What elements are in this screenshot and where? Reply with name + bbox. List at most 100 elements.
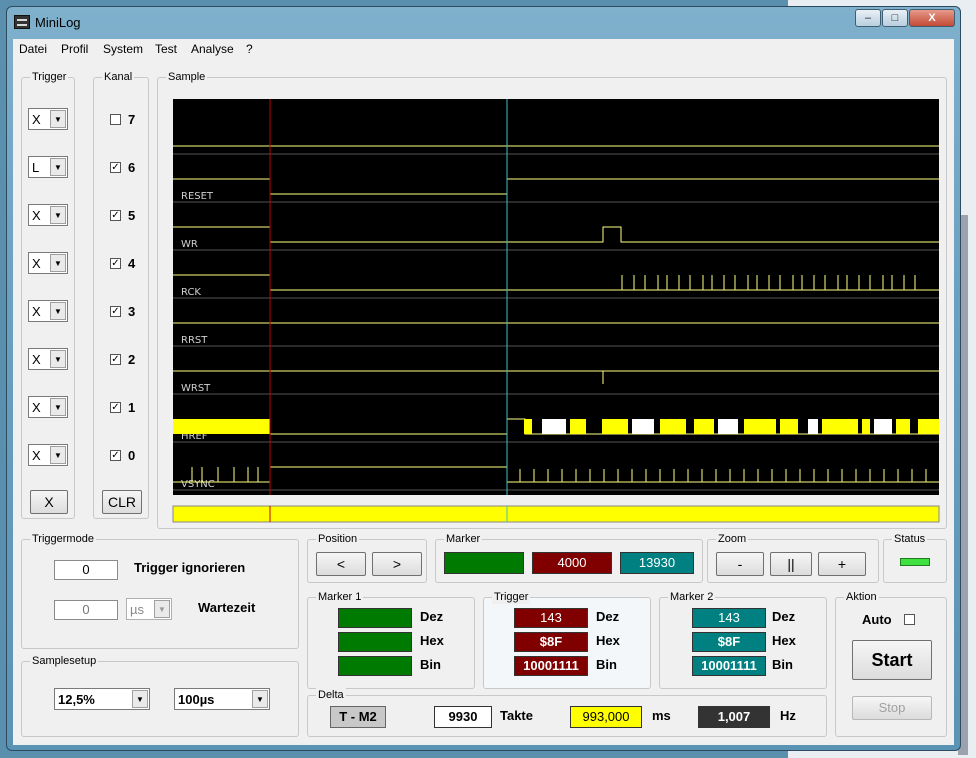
trigger-select-0[interactable]: X ▼ bbox=[28, 444, 68, 466]
minimize-button[interactable]: – bbox=[855, 9, 881, 27]
marker1-legend: Marker 1 bbox=[316, 590, 364, 604]
trace-href-block bbox=[822, 419, 858, 434]
trigger-value-group: Trigger 143 Dez $8F Hex 10001111 Bin bbox=[483, 590, 651, 689]
position-legend: Position bbox=[316, 532, 360, 546]
trigger-select-4[interactable]: X ▼ bbox=[28, 252, 68, 274]
trace-href-block bbox=[570, 419, 586, 434]
menu-profil[interactable]: Profil bbox=[61, 42, 88, 56]
menu-help[interactable]: ? bbox=[246, 42, 253, 56]
signal-label-rrst: RRST bbox=[181, 335, 208, 346]
trigger-select-6[interactable]: L ▼ bbox=[28, 156, 68, 178]
chevron-down-icon: ▼ bbox=[50, 158, 66, 176]
trace-href-block bbox=[602, 419, 628, 434]
sample-time-select[interactable]: 100µs ▼ bbox=[174, 688, 270, 710]
trigger-select-3[interactable]: X ▼ bbox=[28, 300, 68, 322]
delta-legend: Delta bbox=[316, 688, 346, 702]
channel-checkbox-6[interactable]: ✓ bbox=[110, 162, 121, 173]
stop-button[interactable]: Stop bbox=[852, 696, 932, 720]
chevron-down-icon: ▼ bbox=[50, 350, 66, 368]
channel-checkbox-5[interactable]: ✓ bbox=[110, 210, 121, 221]
aktion-legend: Aktion bbox=[844, 590, 879, 604]
trace-href-block bbox=[718, 419, 738, 434]
marker1-dez-value bbox=[338, 608, 412, 628]
zoom-legend: Zoom bbox=[716, 532, 749, 546]
marker1-hex-label: Hex bbox=[420, 633, 444, 648]
trace-href-block bbox=[542, 419, 566, 434]
start-button[interactable]: Start bbox=[852, 640, 932, 680]
close-button[interactable]: X bbox=[909, 9, 955, 27]
trigger-select-2[interactable]: X ▼ bbox=[28, 348, 68, 370]
trigger-select-value: L bbox=[32, 160, 40, 175]
signal-label-reset: RESET bbox=[181, 191, 214, 202]
channel-checkbox-4[interactable]: ✓ bbox=[110, 258, 121, 269]
trigger-select-1[interactable]: X ▼ bbox=[28, 396, 68, 418]
chevron-down-icon: ▼ bbox=[132, 690, 148, 708]
triggermode-legend: Triggermode bbox=[30, 532, 96, 546]
wait-time-field[interactable]: 0 bbox=[54, 600, 118, 620]
trigger-select-value: X bbox=[32, 352, 41, 367]
channel-checkbox-0[interactable]: ✓ bbox=[110, 450, 121, 461]
chevron-down-icon: ▼ bbox=[50, 110, 66, 128]
trigger-hex-value: $8F bbox=[514, 632, 588, 652]
menu-test[interactable]: Test bbox=[155, 42, 177, 56]
channel-checkbox-3[interactable]: ✓ bbox=[110, 306, 121, 317]
status-led bbox=[900, 558, 930, 566]
position-right-button[interactable]: > bbox=[372, 552, 422, 576]
trace-href-block bbox=[660, 419, 686, 434]
zoom-out-button[interactable]: - bbox=[716, 552, 764, 576]
maximize-button[interactable]: □ bbox=[882, 9, 908, 27]
channel-label-2: 2 bbox=[128, 352, 136, 367]
menu-bar: Datei Profil System Test Analyse ? bbox=[13, 39, 954, 59]
auto-label: Auto bbox=[862, 612, 892, 627]
chevron-down-icon: ▼ bbox=[252, 690, 268, 708]
auto-checkbox[interactable] bbox=[904, 614, 915, 625]
delta-ms-value: 993,000 bbox=[570, 706, 642, 728]
channel-label-0: 0 bbox=[128, 448, 136, 463]
trigger-count-field[interactable]: 0 bbox=[54, 560, 118, 580]
trigger-select-value: X bbox=[32, 112, 41, 127]
signal-label-wr: WR bbox=[181, 239, 198, 250]
marker1-bin-value bbox=[338, 656, 412, 676]
wait-unit-select[interactable]: µs ▼ bbox=[126, 598, 172, 620]
delta-mode-button[interactable]: T - M2 bbox=[330, 706, 386, 728]
trace-href-burst bbox=[173, 419, 270, 434]
marker-legend: Marker bbox=[444, 532, 483, 546]
marker1-hex-value bbox=[338, 632, 412, 652]
marker2-bin-label: Bin bbox=[772, 657, 793, 672]
logic-analyzer-display[interactable]: RESETWRRCKRRSTWRSTHREFVSYNC bbox=[158, 78, 948, 530]
trigger-select-7[interactable]: X ▼ bbox=[28, 108, 68, 130]
zoom-in-button[interactable]: + bbox=[818, 552, 866, 576]
delta-hz-label: Hz bbox=[780, 708, 796, 723]
trigger-select-value: X bbox=[32, 400, 41, 415]
trace-href-block bbox=[862, 419, 870, 434]
trigger-position: 4000 bbox=[532, 552, 612, 574]
delta-takte-value: 9930 bbox=[434, 706, 492, 728]
marker1-position bbox=[444, 552, 524, 574]
sample-rate-select[interactable]: 12,5% ▼ bbox=[54, 688, 150, 710]
channel-checkbox-1[interactable]: ✓ bbox=[110, 402, 121, 413]
position-left-button[interactable]: < bbox=[316, 552, 366, 576]
channel-label-1: 1 bbox=[128, 400, 136, 415]
menu-system[interactable]: System bbox=[103, 42, 143, 56]
menu-datei[interactable]: Datei bbox=[19, 42, 47, 56]
aktion-group: Aktion Auto Start Stop bbox=[835, 590, 947, 737]
menu-analyse[interactable]: Analyse bbox=[191, 42, 234, 56]
trigger-select-5[interactable]: X ▼ bbox=[28, 204, 68, 226]
chevron-down-icon: ▼ bbox=[154, 600, 170, 618]
chevron-down-icon: ▼ bbox=[50, 446, 66, 464]
marker2-dez-value: 143 bbox=[692, 608, 766, 628]
zoom-pause-button[interactable]: || bbox=[770, 552, 812, 576]
marker1-dez-label: Dez bbox=[420, 609, 444, 624]
trigger-clear-button[interactable]: X bbox=[30, 490, 68, 514]
triggermode-group: Triggermode 0 Trigger ignorieren 0 µs ▼ … bbox=[21, 532, 299, 649]
kanal-clr-button[interactable]: CLR bbox=[102, 490, 142, 514]
trigger-value-legend: Trigger bbox=[492, 590, 531, 604]
channel-checkbox-2[interactable]: ✓ bbox=[110, 354, 121, 365]
wait-unit-value: µs bbox=[130, 602, 144, 617]
trace-href-block bbox=[744, 419, 776, 434]
marker-group: Marker 4000 13930 bbox=[435, 532, 703, 583]
marker2-legend: Marker 2 bbox=[668, 590, 716, 604]
app-window: MiniLog – □ X Datei Profil System Test A… bbox=[6, 6, 961, 751]
channel-checkbox-7[interactable] bbox=[110, 114, 121, 125]
marker2-hex-value: $8F bbox=[692, 632, 766, 652]
